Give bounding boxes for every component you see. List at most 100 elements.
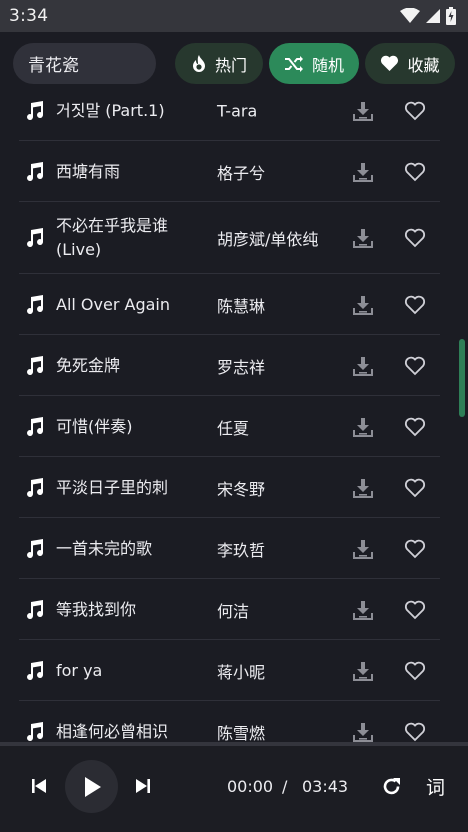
current-time: 00:00 [227, 777, 274, 796]
status-bar: 3:34 [0, 0, 468, 32]
song-row[interactable]: 免死金牌 罗志祥 [0, 335, 468, 396]
player-bar: 00:00 / 03:43 词 [0, 742, 468, 832]
tab-favorites[interactable]: 收藏 [365, 43, 455, 84]
music-note-icon [27, 538, 44, 558]
music-note-icon [27, 161, 44, 181]
previous-button[interactable] [28, 775, 50, 797]
song-artist: 何洁 [217, 601, 250, 621]
download-icon[interactable] [352, 538, 374, 560]
scrollbar-thumb[interactable] [459, 339, 465, 417]
favorite-heart-icon[interactable] [404, 100, 426, 122]
song-row[interactable]: 거짓말 (Part.1) T-ara [0, 96, 468, 141]
total-time: 03:43 [302, 777, 349, 796]
signal-icon [426, 9, 440, 23]
music-note-icon [27, 100, 44, 120]
song-title: 等我找到你 [56, 599, 137, 619]
tab-favorites-label: 收藏 [407, 55, 440, 75]
music-note-icon [27, 355, 44, 375]
song-row[interactable]: 可惜(伴奏) 任夏 [0, 396, 468, 457]
tab-random-label: 随机 [311, 55, 344, 75]
favorite-heart-icon[interactable] [404, 227, 426, 249]
favorite-heart-icon[interactable] [404, 477, 426, 499]
song-artist: 任夏 [217, 418, 250, 438]
song-artist: 罗志祥 [217, 357, 266, 377]
lyrics-button[interactable]: 词 [426, 773, 445, 800]
status-icons [400, 7, 456, 25]
heart-icon [381, 55, 399, 71]
music-note-icon [27, 660, 44, 680]
play-button[interactable] [65, 760, 118, 813]
repeat-icon [383, 778, 400, 795]
music-note-icon [27, 721, 44, 741]
wifi-icon [400, 8, 420, 23]
repeat-button[interactable] [380, 775, 403, 798]
favorite-heart-icon[interactable] [404, 355, 426, 377]
search-value: 青花瓷 [28, 56, 79, 76]
song-artist: 胡彦斌/单依纯 [217, 230, 319, 249]
song-row[interactable]: 平淡日子里的刺 宋冬野 [0, 457, 468, 518]
favorite-heart-icon[interactable] [404, 416, 426, 438]
song-row[interactable]: 西塘有雨 格子兮 [0, 141, 468, 202]
song-title: 不必在乎我是谁(Live) [56, 216, 169, 259]
song-artist: 蒋小昵 [217, 662, 266, 682]
music-note-icon [27, 477, 44, 497]
song-title: 西塘有雨 [56, 161, 121, 181]
progress-bar[interactable] [0, 742, 468, 746]
favorite-heart-icon[interactable] [404, 660, 426, 682]
search-input[interactable]: 青花瓷 [13, 43, 156, 84]
download-icon[interactable] [352, 477, 374, 499]
download-icon[interactable] [352, 355, 374, 377]
song-row[interactable]: 等我找到你 何洁 [0, 579, 468, 640]
favorite-heart-icon[interactable] [404, 538, 426, 560]
music-note-icon [27, 599, 44, 619]
song-title: 거짓말 (Part.1) [56, 100, 165, 120]
favorite-heart-icon[interactable] [404, 721, 426, 743]
song-title: 一首未完的歌 [56, 538, 153, 558]
song-artist: 陈慧琳 [217, 296, 266, 316]
song-artist: 李玖哲 [217, 540, 266, 560]
song-row[interactable]: for ya 蒋小昵 [0, 640, 468, 701]
favorite-heart-icon[interactable] [404, 161, 426, 183]
download-icon[interactable] [352, 721, 374, 743]
song-artist: 宋冬野 [217, 479, 266, 499]
song-row[interactable]: All Over Again 陈慧琳 [0, 274, 468, 335]
download-icon[interactable] [352, 416, 374, 438]
song-artist: 格子兮 [217, 163, 266, 183]
tab-hot[interactable]: 热门 [175, 43, 263, 84]
song-list[interactable]: 거짓말 (Part.1) T-ara 西塘有雨 格子兮 不必在乎我是谁(Live… [0, 96, 468, 742]
song-row[interactable]: 不必在乎我是谁(Live) 胡彦斌/单依纯 [0, 202, 468, 274]
music-note-icon [27, 228, 44, 248]
download-icon[interactable] [352, 660, 374, 682]
song-title: 可惜(伴奏) [56, 416, 133, 436]
song-artist: T-ara [217, 101, 258, 120]
skip-previous-icon [32, 779, 46, 793]
song-artist: 陈雪燃 [217, 723, 266, 743]
download-icon[interactable] [352, 294, 374, 316]
song-title: All Over Again [56, 294, 170, 314]
download-icon[interactable] [352, 599, 374, 621]
song-title: 相逢何必曾相识 [56, 721, 169, 741]
next-button[interactable] [132, 775, 154, 797]
time-separator: / [282, 777, 288, 796]
song-row[interactable]: 相逢何必曾相识 陈雪燃 [0, 701, 468, 742]
favorite-heart-icon[interactable] [404, 599, 426, 621]
top-bar: 青花瓷 热门 随机 收藏 [0, 32, 468, 96]
download-icon[interactable] [352, 161, 374, 183]
favorite-heart-icon[interactable] [404, 294, 426, 316]
tab-random[interactable]: 随机 [269, 43, 359, 84]
song-title: for ya [56, 660, 103, 680]
fire-icon [192, 54, 205, 72]
download-icon[interactable] [352, 227, 374, 249]
skip-next-icon [136, 779, 150, 793]
battery-icon [446, 7, 456, 25]
music-note-icon [27, 294, 44, 314]
play-icon [84, 776, 101, 797]
status-time: 3:34 [9, 6, 49, 26]
shuffle-icon [284, 55, 303, 72]
music-note-icon [27, 416, 44, 436]
song-row[interactable]: 一首未完的歌 李玖哲 [0, 518, 468, 579]
download-icon[interactable] [352, 100, 374, 122]
song-title: 免死金牌 [56, 355, 121, 375]
song-title: 平淡日子里的刺 [56, 477, 169, 497]
tab-hot-label: 热门 [214, 55, 247, 75]
